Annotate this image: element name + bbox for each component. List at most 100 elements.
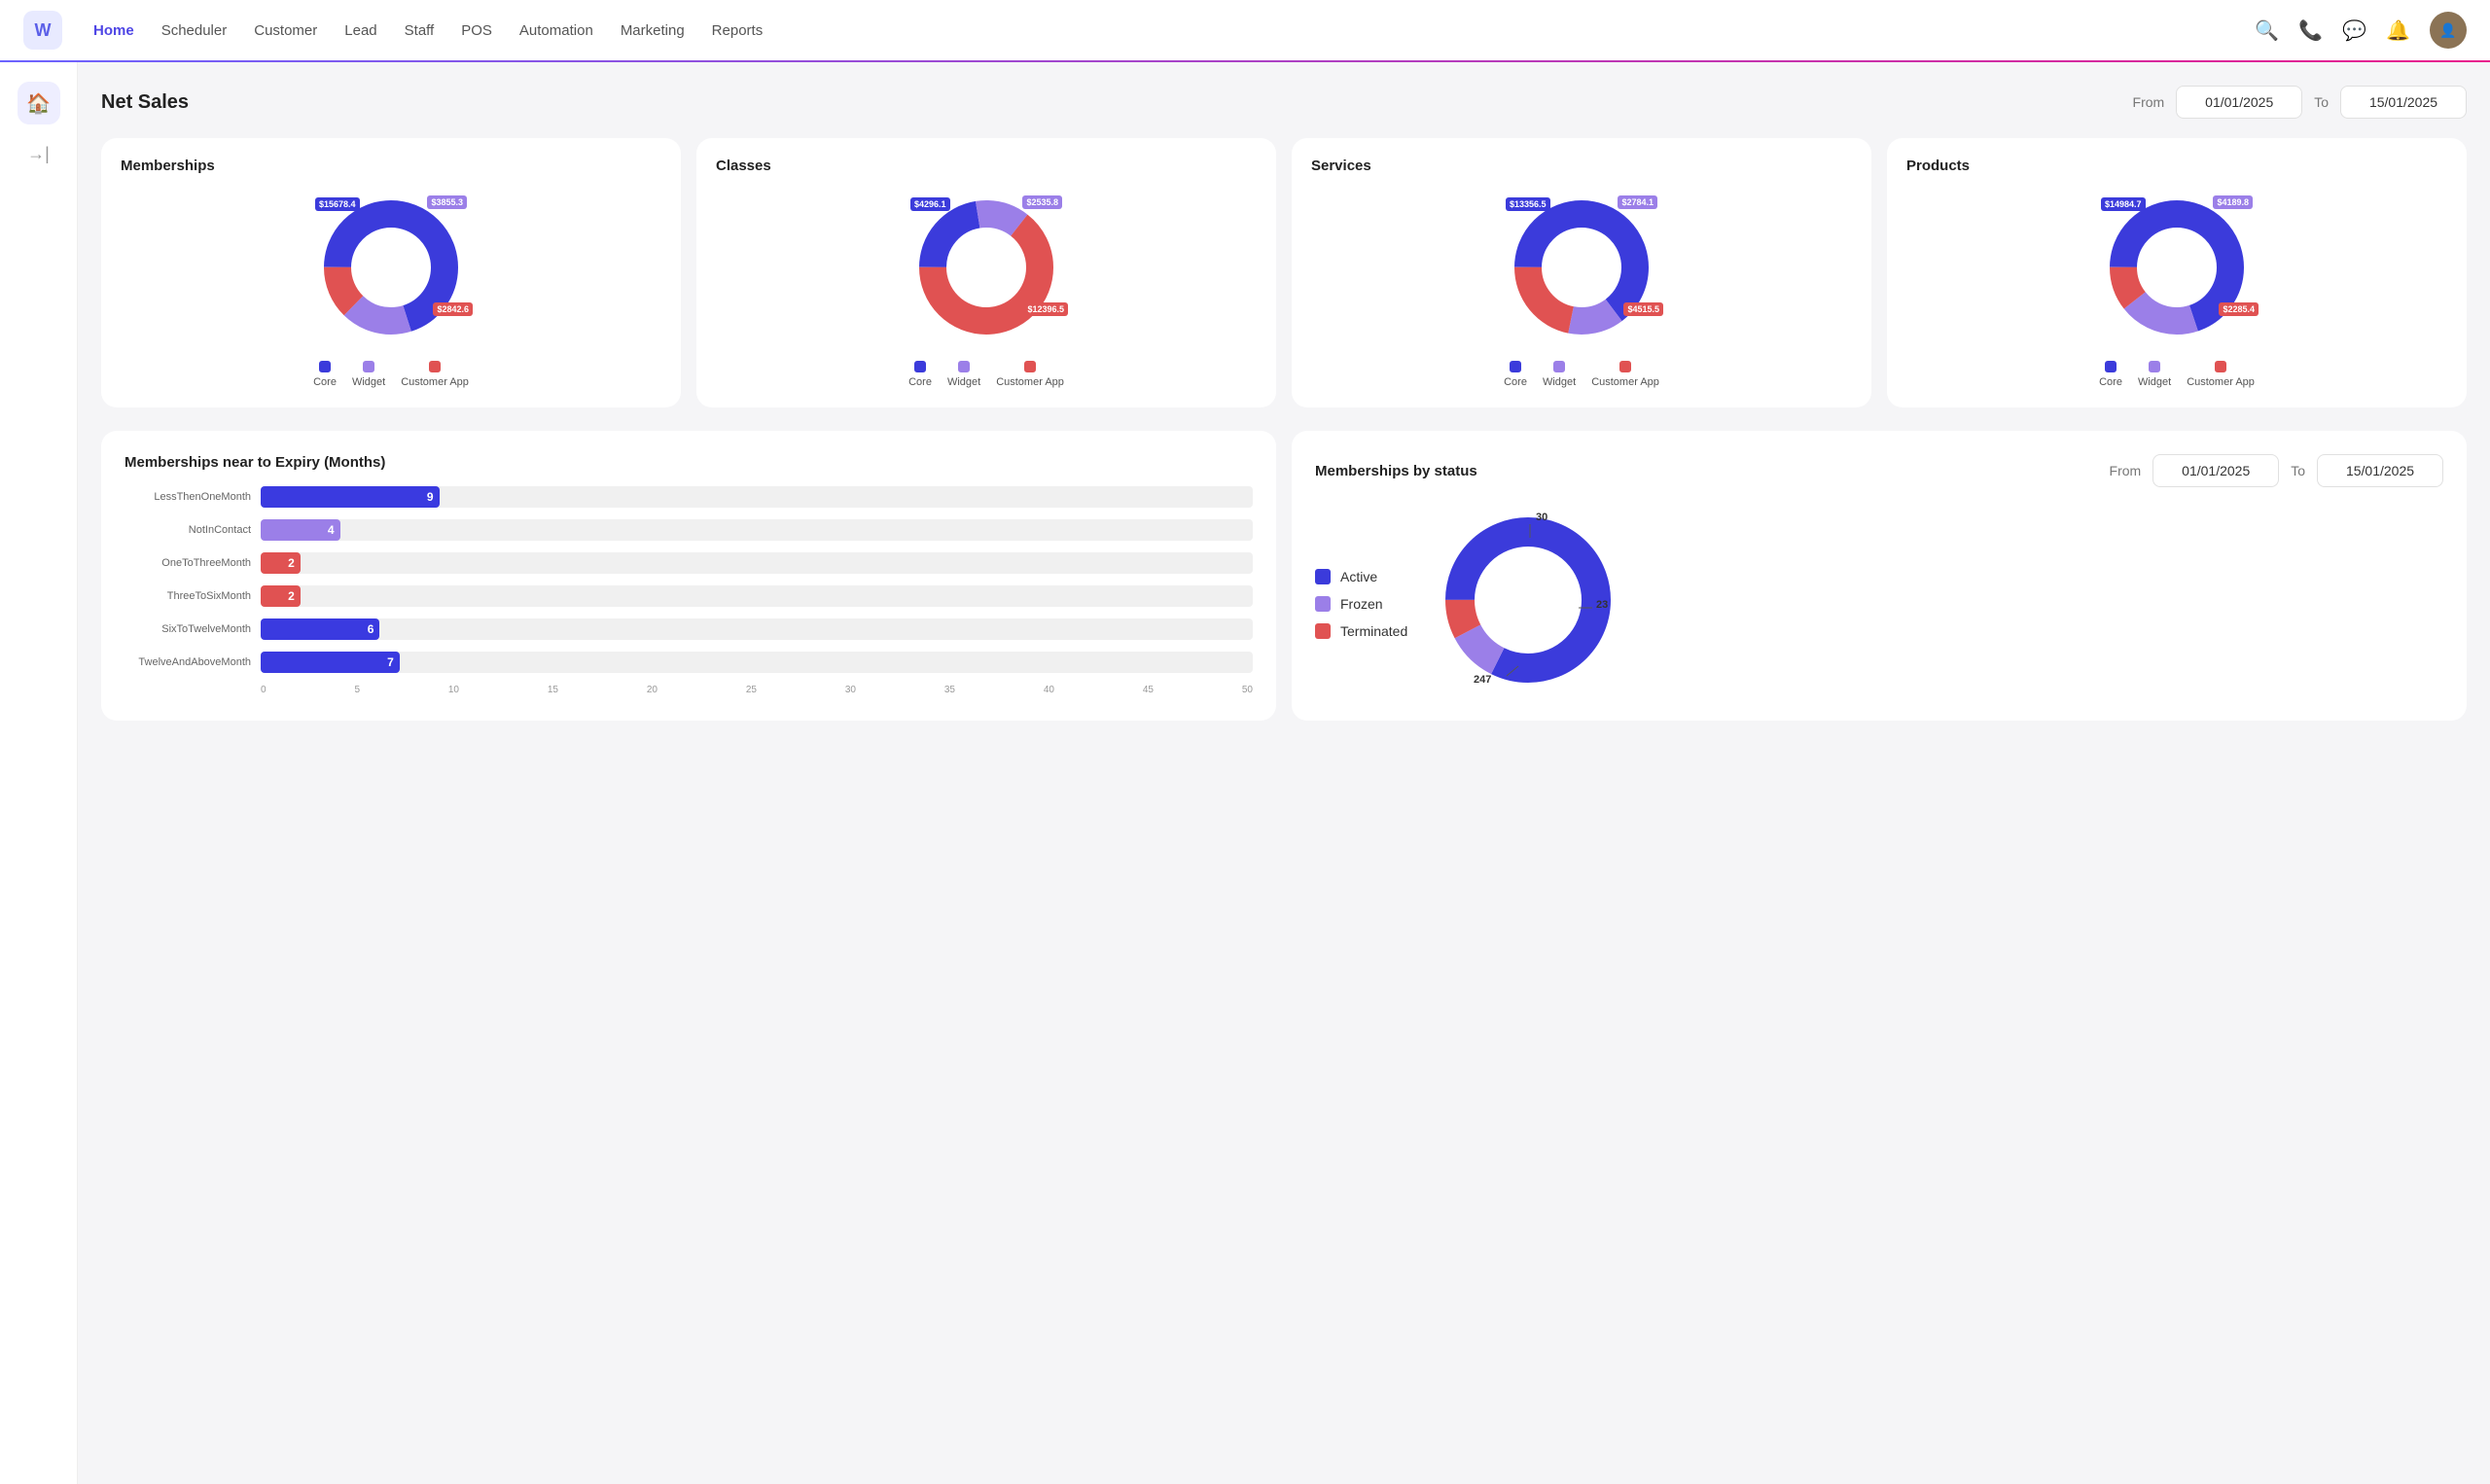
bar-row: LessThenOneMonth 9 [124, 486, 1253, 508]
ms-to-label: To [2291, 463, 2305, 478]
customer-app-dot [1024, 361, 1036, 372]
legend-customer-app: Customer App [2187, 361, 2255, 388]
donut-wrap: $15678.4 $3855.3 $2842.6 [313, 190, 469, 345]
nav-staff[interactable]: Staff [405, 22, 435, 39]
sidebar-collapse-arrow[interactable]: →| [27, 144, 50, 164]
axis-label: 25 [746, 685, 757, 695]
legend-customer-app: Customer App [996, 361, 1064, 388]
bar-row: NotInContact 4 [124, 519, 1253, 541]
expiry-card: Memberships near to Expiry (Months) Less… [101, 431, 1276, 721]
widget-label: $4189.8 [2213, 195, 2253, 209]
core-legend-label: Core [2099, 376, 2122, 388]
nav-customer[interactable]: Customer [254, 22, 317, 39]
bottom-grid: Memberships near to Expiry (Months) Less… [101, 431, 2467, 721]
core-label: $15678.4 [315, 197, 360, 211]
core-legend-label: Core [908, 376, 932, 388]
widget-dot [363, 361, 374, 372]
net-sales-from-input[interactable]: 01/01/2025 [2176, 86, 2302, 119]
avatar[interactable]: 👤 [2430, 12, 2467, 49]
legend-core: Core [1504, 361, 1527, 388]
sidebar: 🏠 →| [0, 62, 78, 1484]
customer-app-label: $2842.6 [433, 302, 473, 316]
widget-dot [1553, 361, 1565, 372]
bar-track: 7 [261, 652, 1253, 673]
net-sales-title: Net Sales [101, 91, 2133, 114]
widget-legend-label: Widget [352, 376, 385, 388]
membership-status-card: Memberships by status From 01/01/2025 To… [1292, 431, 2467, 721]
legend-customer-app: Customer App [401, 361, 469, 388]
core-label: $13356.5 [1506, 197, 1550, 211]
chart-card-products: Products $14984.7 $4189.8 $2285.4 Core W… [1887, 138, 2467, 407]
status-dot [1315, 623, 1331, 639]
legend-widget: Widget [947, 361, 980, 388]
legend-core: Core [908, 361, 932, 388]
phone-icon[interactable]: 📞 [2298, 18, 2323, 43]
core-dot [914, 361, 926, 372]
nav-lead[interactable]: Lead [344, 22, 376, 39]
chart-title: Products [1906, 158, 2447, 174]
bar-label: NotInContact [124, 524, 251, 536]
status-dot [1315, 596, 1331, 612]
net-sales-to-input[interactable]: 15/01/2025 [2340, 86, 2467, 119]
chart-card-classes: Classes $4296.1 $2535.8 $12396.5 Core Wi… [696, 138, 1276, 407]
status-legend-item: Frozen [1315, 596, 1407, 612]
customer-app-legend-label: Customer App [2187, 376, 2255, 388]
terminated-count-label: 23 [1596, 599, 1608, 611]
nav-scheduler[interactable]: Scheduler [161, 22, 228, 39]
donut-svg [908, 190, 1064, 345]
nav-marketing[interactable]: Marketing [621, 22, 685, 39]
membership-status-title: Memberships by status [1315, 463, 2110, 479]
donut-svg [2099, 190, 2255, 345]
bar-fill: 2 [261, 552, 301, 574]
ms-to-input[interactable]: 15/01/2025 [2317, 454, 2443, 487]
search-icon[interactable]: 🔍 [2255, 18, 2279, 43]
status-legend: Active Frozen Terminated [1315, 569, 1407, 639]
bar-fill: 7 [261, 652, 400, 673]
bar-row: ThreeToSixMonth 2 [124, 585, 1253, 607]
core-dot [2105, 361, 2116, 372]
active-count-label: 247 [1474, 674, 1491, 686]
bar-track: 2 [261, 552, 1253, 574]
customer-app-dot [1619, 361, 1631, 372]
core-legend-label: Core [313, 376, 337, 388]
chart-card-memberships: Memberships $15678.4 $3855.3 $2842.6 Cor… [101, 138, 681, 407]
sidebar-home-icon[interactable]: 🏠 [18, 82, 60, 124]
bar-fill: 6 [261, 618, 379, 640]
nav-automation[interactable]: Automation [519, 22, 593, 39]
customer-app-label: $12396.5 [1023, 302, 1068, 316]
widget-dot [958, 361, 970, 372]
bar-track: 6 [261, 618, 1253, 640]
donut-svg [313, 190, 469, 345]
whatsapp-icon[interactable]: 💬 [2342, 18, 2366, 43]
logo[interactable]: W [23, 11, 62, 50]
nav-reports[interactable]: Reports [712, 22, 764, 39]
chart-title: Classes [716, 158, 1257, 174]
nav-pos[interactable]: POS [461, 22, 492, 39]
main-content: Net Sales From 01/01/2025 To 15/01/2025 … [78, 62, 2490, 1484]
status-label: Terminated [1340, 623, 1407, 639]
notification-icon[interactable]: 🔔 [2386, 18, 2410, 43]
legend-widget: Widget [2138, 361, 2171, 388]
bar-fill: 4 [261, 519, 340, 541]
nav-links: Home Scheduler Customer Lead Staff POS A… [93, 22, 763, 39]
bar-row: OneToThreeMonth 2 [124, 552, 1253, 574]
legend-customer-app: Customer App [1591, 361, 1659, 388]
nav-home[interactable]: Home [93, 22, 134, 39]
ms-from-input[interactable]: 01/01/2025 [2152, 454, 2279, 487]
net-sales-date-filter: From 01/01/2025 To 15/01/2025 [2133, 86, 2467, 119]
bar-track: 2 [261, 585, 1253, 607]
chart-legend: Core Widget Customer App [1311, 361, 1852, 388]
legend-core: Core [313, 361, 337, 388]
bar-label: TwelveAndAboveMonth [124, 656, 251, 668]
status-dot [1315, 569, 1331, 584]
core-label: $4296.1 [910, 197, 950, 211]
customer-app-label: $2285.4 [2219, 302, 2259, 316]
axis-label: 10 [448, 685, 459, 695]
bar-row: TwelveAndAboveMonth 7 [124, 652, 1253, 673]
chart-card-services: Services $13356.5 $2784.1 $4515.5 Core W… [1292, 138, 1871, 407]
axis-label: 40 [1044, 685, 1054, 695]
net-sales-from-label: From [2133, 94, 2165, 110]
customer-app-dot [2215, 361, 2226, 372]
layout: 🏠 →| Net Sales From 01/01/2025 To 15/01/… [0, 62, 2490, 1484]
widget-label: $2784.1 [1618, 195, 1657, 209]
